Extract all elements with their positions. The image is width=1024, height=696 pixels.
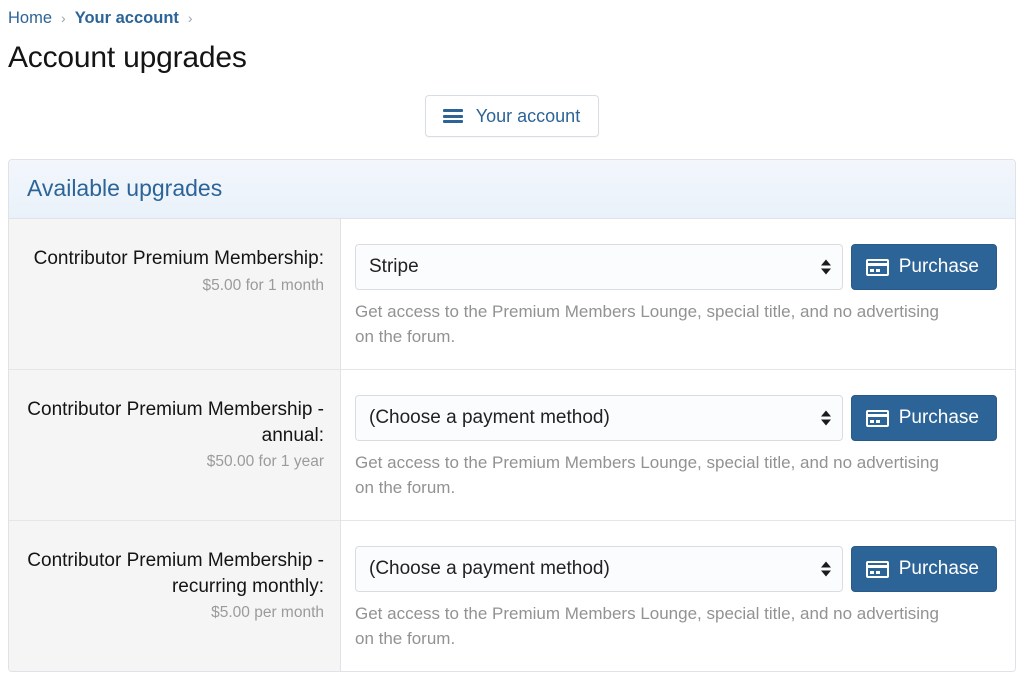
credit-card-icon: [865, 560, 889, 578]
upgrade-label-cell: Contributor Premium Membership - annual:…: [9, 369, 341, 520]
page-title: Account upgrades: [8, 41, 247, 74]
account-nav-row: Your account: [0, 95, 1024, 137]
upgrade-title: Contributor Premium Membership - recurri…: [27, 550, 324, 597]
upgrade-control-line: (Choose a payment method) Purchase: [355, 546, 997, 592]
credit-card-icon: [865, 258, 889, 276]
upgrade-title: Contributor Premium Membership - annual:: [27, 399, 324, 446]
upgrade-row: Contributor Premium Membership: $5.00 fo…: [9, 219, 1015, 369]
upgrade-description: Get access to the Premium Members Lounge…: [355, 453, 939, 497]
purchase-button[interactable]: Purchase: [850, 546, 997, 592]
upgrade-control-cell: (Choose a payment method) Purchase Get a…: [341, 520, 1015, 671]
upgrade-control-cell: (Choose a payment method) Purchase Get a…: [341, 369, 1015, 520]
breadcrumb-separator-icon: ›: [61, 10, 66, 26]
breadcrumb: Home › Your account ›: [0, 0, 1024, 31]
purchase-button-label: Purchase: [898, 256, 979, 277]
account-upgrades-page: Home › Your account › Account upgrades Y…: [0, 0, 1024, 696]
payment-method-select[interactable]: Stripe: [355, 244, 843, 290]
payment-method-select-wrapper: (Choose a payment method): [355, 395, 843, 441]
breadcrumb-separator-icon: ›: [187, 10, 193, 26]
breadcrumb-item-your-account[interactable]: Your account: [75, 8, 179, 28]
upgrade-row: Contributor Premium Membership - annual:…: [9, 369, 1015, 520]
your-account-button-label: Your account: [475, 106, 581, 126]
breadcrumb-item-home[interactable]: Home: [8, 8, 52, 28]
available-upgrades-panel: Available upgrades Contributor Premium M…: [8, 159, 1016, 672]
payment-method-select-wrapper: Stripe: [355, 244, 843, 290]
upgrade-description: Get access to the Premium Members Lounge…: [355, 302, 939, 346]
upgrade-control-line: (Choose a payment method) Purchase: [355, 395, 997, 441]
upgrade-control-cell: Stripe Purchase Get access to the Premiu…: [341, 219, 1015, 369]
purchase-button-label: Purchase: [898, 558, 979, 579]
payment-method-select[interactable]: (Choose a payment method): [355, 546, 843, 592]
upgrade-control-line: Stripe Purchase: [355, 244, 997, 290]
upgrade-row: Contributor Premium Membership - recurri…: [9, 520, 1015, 671]
upgrade-price: $5.00 for 1 month: [202, 276, 325, 294]
hamburger-menu-icon: [442, 109, 463, 123]
upgrade-label-cell: Contributor Premium Membership: $5.00 fo…: [9, 219, 341, 369]
upgrade-label-cell: Contributor Premium Membership - recurri…: [9, 520, 341, 671]
upgrade-rows: Contributor Premium Membership: $5.00 fo…: [9, 219, 1015, 671]
purchase-button-label: Purchase: [898, 407, 979, 428]
upgrade-title: Contributor Premium Membership:: [33, 248, 324, 269]
upgrade-description: Get access to the Premium Members Lounge…: [355, 604, 939, 648]
upgrade-price: $50.00 for 1 year: [206, 453, 324, 470]
upgrade-price: $5.00 per month: [211, 604, 324, 621]
payment-method-select[interactable]: (Choose a payment method): [355, 395, 843, 441]
purchase-button[interactable]: Purchase: [850, 395, 997, 441]
panel-header: Available upgrades: [9, 160, 1015, 219]
payment-method-select-wrapper: (Choose a payment method): [355, 546, 843, 592]
your-account-button[interactable]: Your account: [424, 95, 600, 137]
credit-card-icon: [865, 409, 889, 427]
purchase-button[interactable]: Purchase: [850, 244, 997, 290]
